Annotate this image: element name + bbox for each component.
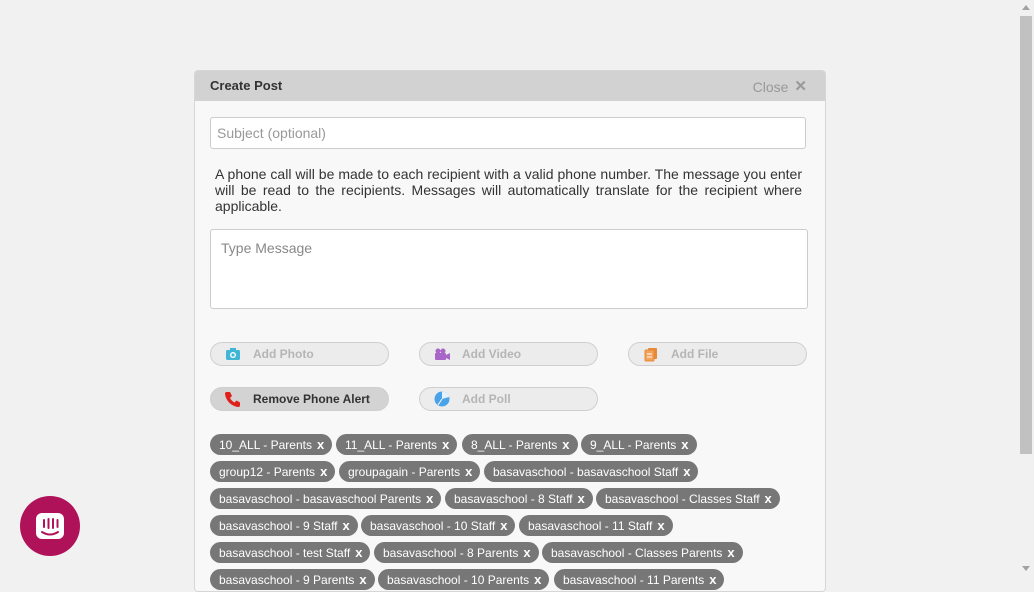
remove-recipient-icon[interactable]: x (426, 492, 433, 505)
remove-recipient-icon[interactable]: x (562, 438, 569, 451)
recipient-tag-label: 9_ALL - Parents (590, 437, 677, 452)
recipient-tag: basavaschool - 9 Staff x (210, 515, 358, 536)
add-poll-label: Add Poll (462, 392, 511, 406)
remove-recipient-icon[interactable]: x (534, 573, 541, 586)
remove-recipient-icon[interactable]: x (523, 546, 530, 559)
recipient-tag-label: groupagain - Parents (348, 464, 461, 479)
scroll-thumb[interactable] (1020, 16, 1032, 454)
recipient-tag: basavaschool - test Staff x (210, 542, 371, 563)
remove-recipient-icon[interactable]: x (500, 519, 507, 532)
add-video-button[interactable]: Add Video (419, 342, 598, 366)
recipient-tag: basavaschool - basavaschool Parents x (210, 488, 442, 509)
recipient-tag: 9_ALL - Parents x (581, 434, 697, 455)
phone-icon (224, 391, 242, 407)
close-icon: ✕ (794, 78, 807, 95)
recipient-tag: basavaschool - 10 Staff x (361, 515, 516, 536)
camera-icon (224, 346, 242, 362)
remove-recipient-icon[interactable]: x (727, 546, 734, 559)
recipient-tag-label: basavaschool - 10 Parents (387, 572, 530, 587)
chat-launcher-button[interactable] (20, 496, 80, 556)
add-poll-button[interactable]: Add Poll (419, 387, 598, 411)
remove-recipient-icon[interactable]: x (765, 492, 772, 505)
modal-title: Create Post (210, 78, 283, 93)
recipient-tag-label: basavaschool - 10 Staff (370, 518, 496, 533)
phone-call-notice: A phone call will be made to each recipi… (215, 166, 802, 214)
remove-recipient-icon[interactable]: x (683, 465, 690, 478)
recipient-tag-label: 10_ALL - Parents (219, 437, 312, 452)
create-post-modal: Create Post Close ✕ A phone call will be… (194, 70, 826, 592)
recipient-tag: basavaschool - 11 Parents x (554, 569, 725, 590)
recipient-tag: basavaschool - 8 Parents x (374, 542, 539, 563)
add-file-label: Add File (671, 347, 719, 361)
recipient-tag: basavaschool - Classes Staff x (596, 488, 780, 509)
add-photo-label: Add Photo (253, 347, 314, 361)
file-icon (642, 346, 660, 362)
subject-input[interactable] (210, 117, 806, 149)
remove-phone-alert-button[interactable]: Remove Phone Alert (210, 387, 389, 411)
add-file-button[interactable]: Add File (628, 342, 807, 366)
recipient-tag-label: basavaschool - 9 Staff (219, 518, 338, 533)
remove-recipient-icon[interactable]: x (320, 465, 327, 478)
recipient-tag: 11_ALL - Parents x (336, 434, 458, 455)
page-scrollbar[interactable] (1018, 0, 1034, 576)
remove-recipient-icon[interactable]: x (355, 546, 362, 559)
recipient-tag-label: basavaschool - 11 Staff (528, 518, 653, 533)
remove-recipient-icon[interactable]: x (442, 438, 449, 451)
recipient-tag-label: 11_ALL - Parents (345, 437, 438, 452)
remove-recipient-icon[interactable]: x (343, 519, 350, 532)
remove-recipient-icon[interactable]: x (657, 519, 664, 532)
recipient-tag-label: basavaschool - basavaschool Parents (219, 491, 422, 506)
recipient-tag: 10_ALL - Parents x (210, 434, 333, 455)
modal-header: Create Post Close ✕ (195, 71, 825, 101)
remove-recipient-icon[interactable]: x (578, 492, 585, 505)
close-button[interactable]: Close ✕ (753, 79, 807, 95)
recipient-tag: group12 - Parents x (210, 461, 336, 482)
recipient-tag-label: basavaschool - 11 Parents (563, 572, 705, 587)
remove-recipient-icon[interactable]: x (465, 465, 472, 478)
remove-recipient-icon[interactable]: x (317, 438, 324, 451)
recipient-tag-label: basavaschool - 9 Parents (219, 572, 355, 587)
recipient-tag-label: basavaschool - Classes Parents (551, 545, 723, 560)
add-video-label: Add Video (462, 347, 522, 361)
remove-phone-alert-label: Remove Phone Alert (253, 392, 370, 406)
recipient-tag-label: basavaschool - 8 Parents (383, 545, 519, 560)
scroll-down-arrow-icon[interactable] (1022, 566, 1030, 571)
recipient-tag: basavaschool - Classes Parents x (542, 542, 743, 563)
add-photo-button[interactable]: Add Photo (210, 342, 389, 366)
remove-recipient-icon[interactable]: x (709, 573, 716, 586)
recipient-tag: basavaschool - 11 Staff x (519, 515, 673, 536)
recipient-tag: basavaschool - 8 Staff x (445, 488, 593, 509)
recipient-tag-label: basavaschool - test Staff (219, 545, 351, 560)
chat-icon (36, 513, 64, 539)
recipient-tag-label: group12 - Parents (219, 464, 316, 479)
close-label: Close (752, 79, 789, 95)
recipient-tag-label: basavaschool - 8 Staff (454, 491, 573, 506)
message-input[interactable] (210, 229, 808, 309)
recipient-tag-label: 8_ALL - Parents (471, 437, 558, 452)
pie-chart-icon (433, 391, 451, 407)
recipient-tag-label: basavaschool - Classes Staff (605, 491, 760, 506)
remove-recipient-icon[interactable]: x (681, 438, 688, 451)
recipient-tag: basavaschool - basavaschool Staff x (484, 461, 699, 482)
recipient-tag: basavaschool - 10 Parents x (378, 569, 550, 590)
video-camera-icon (433, 346, 451, 362)
recipient-tag: 8_ALL - Parents x (462, 434, 578, 455)
recipient-tag: basavaschool - 9 Parents x (210, 569, 375, 590)
recipient-tag-label: basavaschool - basavaschool Staff (493, 464, 679, 479)
recipient-tag: groupagain - Parents x (339, 461, 481, 482)
scroll-up-arrow-icon[interactable] (1022, 5, 1030, 10)
remove-recipient-icon[interactable]: x (359, 573, 366, 586)
